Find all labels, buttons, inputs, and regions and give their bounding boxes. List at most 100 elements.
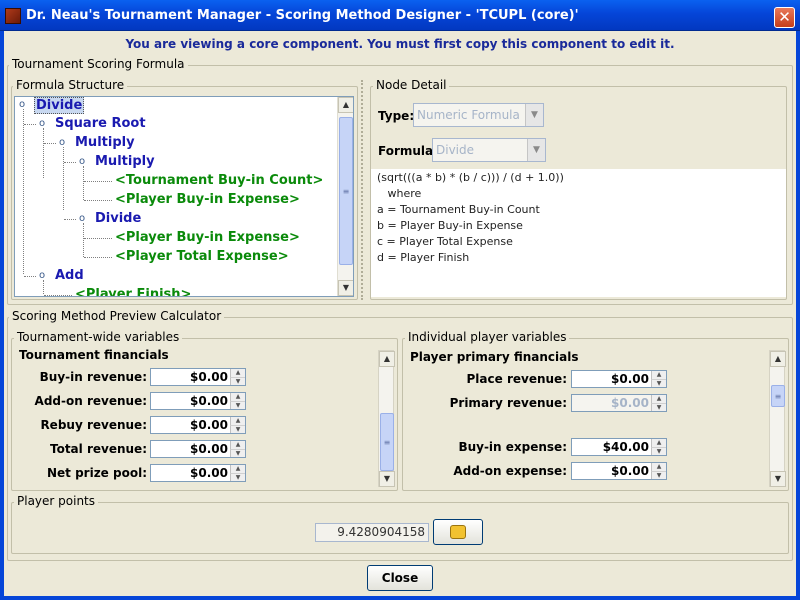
expression-line: a = Tournament Buy-in Count xyxy=(377,203,540,216)
spinner-down-icon[interactable]: ▼ xyxy=(230,473,245,481)
tree-collapse-icon[interactable]: o xyxy=(79,157,85,167)
chevron-down-icon: ▼ xyxy=(525,104,543,126)
formula-structure-label: Formula Structure xyxy=(13,78,128,92)
expression-line: (sqrt(((a * b) * (b / c))) / (d + 1.0)) xyxy=(377,171,564,184)
player-points-label: Player points xyxy=(14,494,99,508)
preview-calculator-label: Scoring Method Preview Calculator xyxy=(9,309,225,323)
chevron-down-icon: ▼ xyxy=(527,139,545,161)
expression-line: where xyxy=(377,187,422,200)
buy-in-revenue-field[interactable]: $0.00 ▲ ▼ xyxy=(150,368,246,386)
spinner-up-icon[interactable]: ▲ xyxy=(230,441,245,449)
calculate-icon xyxy=(450,525,466,539)
scroll-down-icon[interactable]: ▼ xyxy=(338,280,353,296)
split-pane-divider[interactable] xyxy=(361,80,367,300)
formula-select-value: Divide xyxy=(436,143,475,157)
spinner-down-icon[interactable]: ▼ xyxy=(651,379,666,387)
tree-node-divide[interactable]: Divide xyxy=(95,211,141,226)
app-icon xyxy=(5,8,21,24)
tournament-variables-label: Tournament-wide variables xyxy=(14,330,183,344)
spinner-up-icon: ▲ xyxy=(651,395,666,403)
add-on-expense-label: Add-on expense: xyxy=(453,464,567,478)
tree-node-square-root[interactable]: Square Root xyxy=(55,116,146,131)
close-button[interactable]: Close xyxy=(367,565,433,591)
spinner-down-icon[interactable]: ▼ xyxy=(230,401,245,409)
spinner-up-icon[interactable]: ▲ xyxy=(651,439,666,447)
tree-node-multiply[interactable]: Multiply xyxy=(75,135,135,150)
spinner-up-icon[interactable]: ▲ xyxy=(230,465,245,473)
tree-node-multiply[interactable]: Multiply xyxy=(95,154,155,169)
player-variables-label: Individual player variables xyxy=(405,330,570,344)
rebuy-revenue-label: Rebuy revenue: xyxy=(40,418,147,432)
tree-node-divide[interactable]: Divide xyxy=(34,97,85,114)
type-select-value: Numeric Formula xyxy=(417,108,520,122)
add-on-revenue-label: Add-on revenue: xyxy=(34,394,147,408)
primary-revenue-field: $0.00 ▲ ▼ xyxy=(571,394,667,412)
expression-line: d = Player Finish xyxy=(377,251,470,264)
spinner-down-icon[interactable]: ▼ xyxy=(230,425,245,433)
tree-collapse-icon[interactable]: o xyxy=(19,100,25,110)
formula-tree[interactable]: o o o o o o Divide Square Root Multiply … xyxy=(14,96,354,297)
total-revenue-label: Total revenue: xyxy=(49,442,147,456)
buy-in-revenue-label: Buy-in revenue: xyxy=(39,370,147,384)
tournament-financials-label: Tournament financials xyxy=(19,348,169,362)
tree-scrollbar[interactable]: ▲ ≡ ▼ xyxy=(337,97,353,296)
type-label: Type: xyxy=(378,109,415,123)
core-component-notice: You are viewing a core component. You mu… xyxy=(125,37,675,51)
total-revenue-field[interactable]: $0.00 ▲ ▼ xyxy=(150,440,246,458)
tree-collapse-icon[interactable]: o xyxy=(59,138,65,148)
buy-in-expense-label: Buy-in expense: xyxy=(458,440,567,454)
spinner-down-icon[interactable]: ▼ xyxy=(230,377,245,385)
window-close-button[interactable]: ✕ xyxy=(774,7,795,28)
tree-node-tournament-buy-in-count[interactable]: <Tournament Buy-in Count> xyxy=(115,173,323,188)
spinner-up-icon[interactable]: ▲ xyxy=(651,463,666,471)
primary-revenue-label: Primary revenue: xyxy=(449,396,567,410)
scoring-formula-label: Tournament Scoring Formula xyxy=(9,57,188,71)
spinner-up-icon[interactable]: ▲ xyxy=(230,369,245,377)
scroll-thumb[interactable]: ≡ xyxy=(771,385,785,407)
tree-collapse-icon[interactable]: o xyxy=(79,214,85,224)
scroll-down-icon[interactable]: ▼ xyxy=(770,471,786,487)
node-detail-label: Node Detail xyxy=(373,78,450,92)
place-revenue-field[interactable]: $0.00 ▲ ▼ xyxy=(571,370,667,388)
spinner-down-icon[interactable]: ▼ xyxy=(230,449,245,457)
add-on-expense-field[interactable]: $0.00 ▲ ▼ xyxy=(571,462,667,480)
type-select[interactable]: Numeric Formula ▼ xyxy=(413,103,544,127)
scroll-up-icon[interactable]: ▲ xyxy=(338,97,353,113)
calculate-button[interactable] xyxy=(433,519,483,545)
player-scrollbar[interactable]: ▲ ≡ ▼ xyxy=(769,350,786,487)
scroll-up-icon[interactable]: ▲ xyxy=(770,351,786,367)
spinner-down-icon[interactable]: ▼ xyxy=(651,471,666,479)
window-title: Dr. Neau's Tournament Manager - Scoring … xyxy=(26,8,579,23)
formula-label: Formula: xyxy=(378,144,438,158)
tree-node-player-finish[interactable]: <Player Finish> xyxy=(75,287,191,296)
buy-in-expense-field[interactable]: $40.00 ▲ ▼ xyxy=(571,438,667,456)
spinner-up-icon[interactable]: ▲ xyxy=(230,417,245,425)
player-points-value: 9.4280904158 xyxy=(315,523,429,542)
tournament-scrollbar[interactable]: ▲ ≡ ▼ xyxy=(378,350,395,487)
place-revenue-label: Place revenue: xyxy=(466,372,567,386)
spinner-up-icon[interactable]: ▲ xyxy=(651,371,666,379)
tree-node-player-buy-in-expense[interactable]: <Player Buy-in Expense> xyxy=(115,230,300,245)
formula-expression: (sqrt(((a * b) * (b / c))) / (d + 1.0)) … xyxy=(371,169,786,297)
net-prize-pool-label: Net prize pool: xyxy=(46,466,147,480)
player-primary-financials-label: Player primary financials xyxy=(410,350,579,364)
title-bar: Dr. Neau's Tournament Manager - Scoring … xyxy=(0,0,800,31)
net-prize-pool-field[interactable]: $0.00 ▲ ▼ xyxy=(150,464,246,482)
expression-line: b = Player Buy-in Expense xyxy=(377,219,523,232)
spinner-down-icon[interactable]: ▼ xyxy=(651,447,666,455)
tree-node-player-buy-in-expense[interactable]: <Player Buy-in Expense> xyxy=(115,192,300,207)
scroll-down-icon[interactable]: ▼ xyxy=(379,471,395,487)
expression-line: c = Player Total Expense xyxy=(377,235,513,248)
rebuy-revenue-field[interactable]: $0.00 ▲ ▼ xyxy=(150,416,246,434)
tree-collapse-icon[interactable]: o xyxy=(39,271,45,281)
add-on-revenue-field[interactable]: $0.00 ▲ ▼ xyxy=(150,392,246,410)
spinner-up-icon[interactable]: ▲ xyxy=(230,393,245,401)
tree-collapse-icon[interactable]: o xyxy=(39,119,45,129)
scroll-thumb[interactable]: ≡ xyxy=(339,117,353,265)
tree-node-add[interactable]: Add xyxy=(55,268,84,283)
formula-select[interactable]: Divide ▼ xyxy=(432,138,546,162)
tree-node-player-total-expense[interactable]: <Player Total Expense> xyxy=(115,249,289,264)
spinner-down-icon: ▼ xyxy=(651,403,666,411)
scroll-up-icon[interactable]: ▲ xyxy=(379,351,395,367)
scroll-thumb[interactable]: ≡ xyxy=(380,413,394,471)
